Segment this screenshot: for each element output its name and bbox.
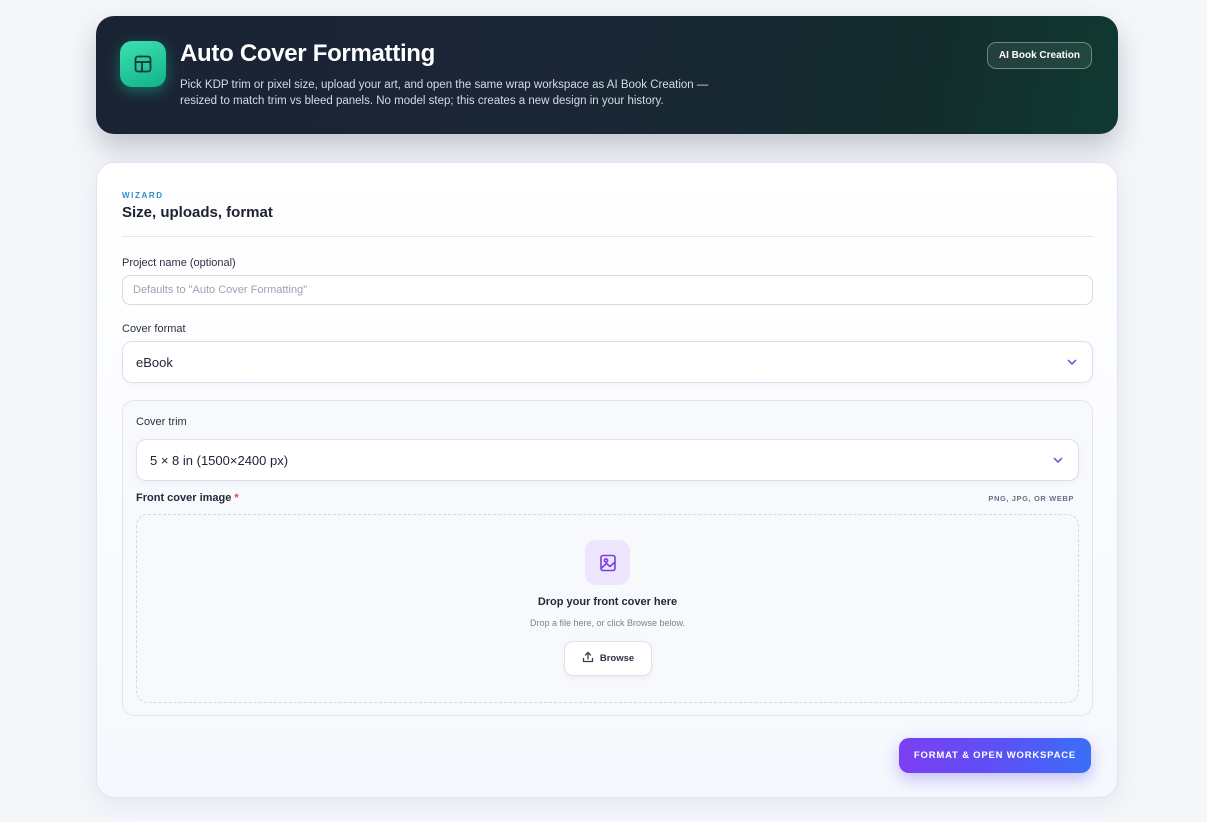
- cover-format-label: Cover format: [122, 323, 186, 335]
- required-mark: *: [234, 492, 239, 504]
- cover-format-value: eBook: [136, 354, 173, 370]
- browse-button[interactable]: Browse: [564, 641, 652, 676]
- project-name-label: Project name (optional): [122, 257, 236, 269]
- page-title: Auto Cover Formatting: [180, 40, 436, 67]
- dropzone-subtitle: Drop a file here, or click Browse below.: [529, 618, 686, 628]
- wizard-card: WIZARD Size, uploads, format Project nam…: [96, 162, 1118, 798]
- cover-trim-label: Cover trim: [136, 416, 187, 428]
- cover-trim-value: 5 × 8 in (1500×2400 px): [150, 452, 289, 468]
- format-open-workspace-button[interactable]: FORMAT & OPEN WORKSPACE: [899, 738, 1091, 773]
- cover-format-select[interactable]: eBook: [122, 341, 1093, 383]
- accepted-formats: PNG, JPG, OR WEBP: [988, 494, 1074, 503]
- image-icon: [585, 540, 630, 585]
- front-cover-label: Front cover image *: [136, 492, 239, 504]
- front-cover-dropzone[interactable]: Drop your front cover here Drop a file h…: [136, 514, 1079, 703]
- page-description: Pick KDP trim or pixel size, upload your…: [180, 79, 709, 107]
- project-name-input[interactable]: [122, 275, 1093, 305]
- chevron-down-icon: [1052, 454, 1064, 466]
- chevron-down-icon: [1066, 356, 1078, 368]
- header-banner: Auto Cover Formatting Pick KDP trim or p…: [96, 16, 1118, 134]
- divider: [122, 236, 1093, 237]
- browse-label: Browse: [599, 653, 635, 664]
- dropzone-title: Drop your front cover here: [537, 596, 678, 608]
- upload-icon: [582, 651, 594, 666]
- wizard-title: Size, uploads, format: [122, 204, 273, 221]
- wizard-eyebrow: WIZARD: [122, 191, 164, 200]
- page: Auto Cover Formatting Pick KDP trim or p…: [0, 0, 1207, 822]
- trim-upload-panel: Cover trim 5 × 8 in (1500×2400 px) Front…: [122, 400, 1093, 716]
- ai-book-creation-link[interactable]: AI Book Creation: [986, 42, 1092, 69]
- layout-icon: [120, 41, 166, 87]
- cover-trim-select[interactable]: 5 × 8 in (1500×2400 px): [136, 439, 1079, 481]
